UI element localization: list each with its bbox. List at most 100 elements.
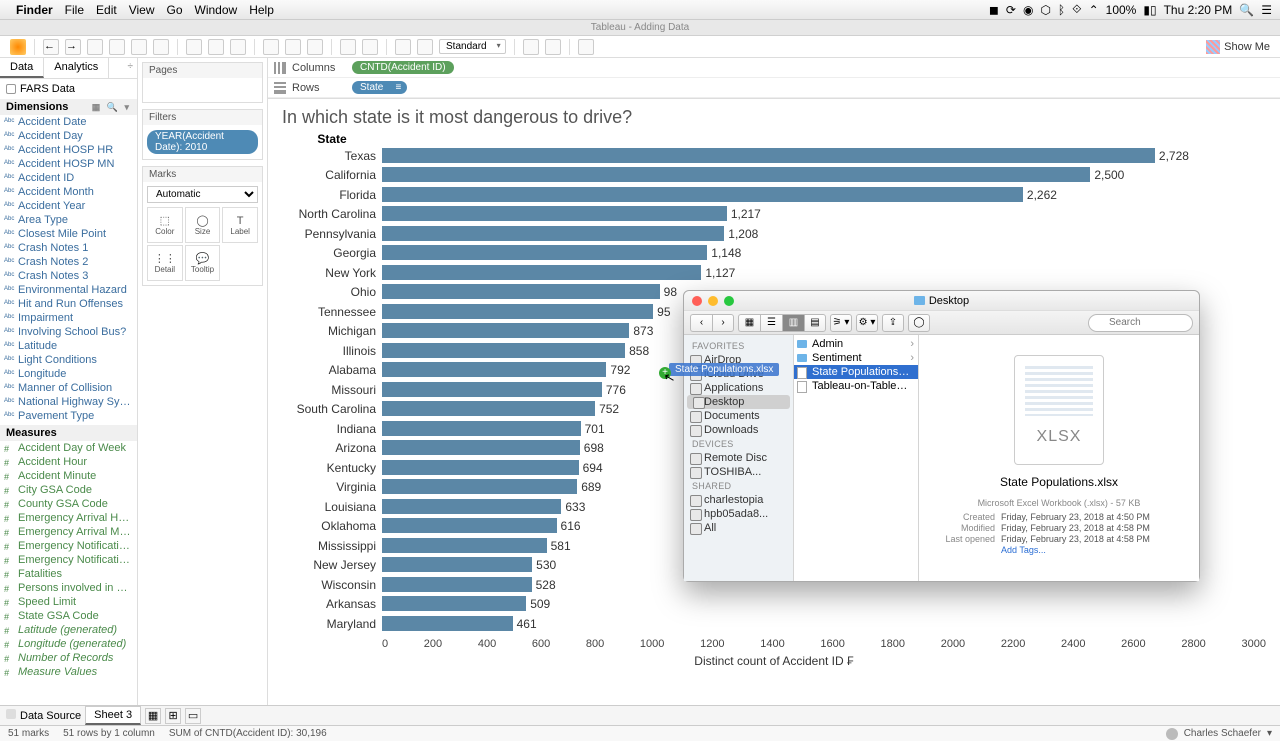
measure-field[interactable]: Accident Day of Week (0, 441, 137, 455)
chart-row[interactable]: California2,500 (282, 166, 1266, 186)
sort-asc-icon[interactable] (285, 39, 301, 55)
dimension-field[interactable]: Accident Date (0, 115, 137, 129)
chart-row[interactable]: Arkansas509 (282, 595, 1266, 615)
bar[interactable] (382, 226, 724, 241)
dimension-field[interactable]: Accident Day (0, 129, 137, 143)
view-gallery-button[interactable]: ▤ (804, 314, 826, 332)
status-icon[interactable]: ⟳ (1006, 3, 1016, 17)
file-preview-icon[interactable]: XLSX (1014, 355, 1104, 465)
close-icon[interactable] (692, 296, 702, 306)
chart-row[interactable]: Pennsylvania1,208 (282, 224, 1266, 244)
bar[interactable] (382, 440, 580, 455)
back-button[interactable]: ‹ (690, 314, 712, 332)
menu-help[interactable]: Help (249, 3, 274, 17)
cards-icon[interactable] (523, 39, 539, 55)
status-menu-icon[interactable]: ▾ (1267, 728, 1272, 739)
minimize-icon[interactable] (708, 296, 718, 306)
bar[interactable] (382, 460, 579, 475)
tab-analytics[interactable]: Analytics (44, 58, 109, 78)
chart-row[interactable]: Florida2,262 (282, 185, 1266, 205)
sidebar-item[interactable]: All (684, 521, 793, 535)
bar[interactable] (382, 265, 701, 280)
action-button[interactable]: ⚙ ▾ (856, 314, 878, 332)
add-tags-link[interactable]: Add Tags... (1001, 545, 1189, 555)
fit-dropdown[interactable]: Standard (439, 39, 506, 54)
file-item[interactable]: Admin (794, 337, 918, 351)
group-icon[interactable] (362, 39, 378, 55)
pause-icon[interactable] (131, 39, 147, 55)
bar[interactable] (382, 499, 561, 514)
dimensions-tools[interactable]: ▦ 🔍 ▾ (92, 102, 131, 113)
bar[interactable] (382, 206, 727, 221)
sidebar-item[interactable]: hpb05ada8... (684, 507, 793, 521)
sort-desc-icon[interactable] (307, 39, 323, 55)
dimension-field[interactable]: Impairment (0, 311, 137, 325)
swap-icon[interactable] (263, 39, 279, 55)
sidebar-item[interactable]: Downloads (684, 423, 793, 437)
clear-icon[interactable] (230, 39, 246, 55)
presentation-icon[interactable] (545, 39, 561, 55)
dimension-field[interactable]: Environmental Hazard (0, 283, 137, 297)
dimension-field[interactable]: Longitude (0, 367, 137, 381)
measure-field[interactable]: Accident Hour (0, 455, 137, 469)
chart-row[interactable]: Georgia1,148 (282, 244, 1266, 264)
dimension-field[interactable]: Accident HOSP HR (0, 143, 137, 157)
measure-field[interactable]: Emergency Notification.. (0, 539, 137, 553)
dimension-field[interactable]: Accident ID (0, 171, 137, 185)
bar[interactable] (382, 479, 577, 494)
zoom-icon[interactable] (724, 296, 734, 306)
chart-row[interactable]: New York1,127 (282, 263, 1266, 283)
view-column-button[interactable]: ▥ (782, 314, 804, 332)
bar[interactable] (382, 187, 1023, 202)
battery-percent[interactable]: 100% (1106, 3, 1137, 17)
sidebar-item[interactable]: Desktop (687, 395, 790, 409)
bar[interactable] (382, 538, 547, 553)
spotlight-icon[interactable]: 🔍 (1239, 3, 1254, 17)
tags-button[interactable]: ◯ (908, 314, 930, 332)
clock[interactable]: Thu 2:20 PM (1164, 3, 1233, 17)
user-avatar-icon[interactable] (1166, 728, 1178, 740)
bar[interactable] (382, 518, 557, 533)
marks-type-dropdown[interactable]: Automatic (147, 186, 258, 203)
measure-field[interactable]: Speed Limit (0, 595, 137, 609)
measure-field[interactable]: Latitude (generated) (0, 623, 137, 637)
file-item[interactable]: Tableau-on-Tableau.pem (794, 379, 918, 393)
chart-row[interactable]: Maryland461 (282, 614, 1266, 634)
bar[interactable] (382, 343, 625, 358)
dropbox-icon[interactable]: ⟐ (1072, 2, 1081, 17)
dimension-field[interactable]: Light Conditions (0, 353, 137, 367)
sidebar-item[interactable]: iCloud Drive (684, 367, 793, 381)
rows-shelf[interactable]: Rows State≡ (268, 78, 1280, 98)
chart-row[interactable]: Texas2,728 (282, 146, 1266, 166)
sidebar-item[interactable]: Documents (684, 409, 793, 423)
status-icon[interactable]: ◼ (989, 3, 999, 17)
finder-titlebar[interactable]: Desktop (684, 291, 1199, 311)
pages-shelf[interactable] (143, 78, 262, 102)
share-button[interactable]: ⇪ (882, 314, 904, 332)
dimension-field[interactable]: Closest Mile Point (0, 227, 137, 241)
finder-window[interactable]: Desktop ‹ › ▦ ☰ ▥ ▤ ⚞ ▾ ⚙ ▾ ⇪ ◯ Favorite… (683, 290, 1200, 582)
bar[interactable] (382, 382, 602, 397)
filters-shelf[interactable]: YEAR(Accident Date): 2010 (143, 125, 262, 159)
measure-field[interactable]: Measure Values (0, 665, 137, 679)
file-item[interactable]: Sentiment (794, 351, 918, 365)
measure-field[interactable]: Emergency Notification.. (0, 553, 137, 567)
mark-tooltip[interactable]: 💬Tooltip (185, 245, 221, 281)
sheet-tab[interactable]: Sheet 3 (85, 706, 141, 725)
bar[interactable] (382, 167, 1090, 182)
measure-field[interactable]: Number of Records (0, 651, 137, 665)
sidebar-item[interactable]: Applications (684, 381, 793, 395)
bar[interactable] (382, 304, 653, 319)
wifi-icon[interactable]: ⌃ (1089, 3, 1099, 17)
dimension-field[interactable]: Involving School Bus? (0, 325, 137, 339)
dimension-field[interactable]: National Highway Syste.. (0, 395, 137, 409)
measure-field[interactable]: Emergency Arrival Min.. (0, 525, 137, 539)
tab-data[interactable]: Data (0, 58, 44, 78)
filter-pill[interactable]: YEAR(Accident Date): 2010 (147, 130, 258, 154)
bar[interactable] (382, 323, 629, 338)
view-list-button[interactable]: ☰ (760, 314, 782, 332)
mark-detail[interactable]: ⋮⋮Detail (147, 245, 183, 281)
tableau-logo-icon[interactable] (10, 39, 26, 55)
show-me-button[interactable]: Show Me (1206, 40, 1270, 54)
mark-label[interactable]: TLabel (222, 207, 258, 243)
